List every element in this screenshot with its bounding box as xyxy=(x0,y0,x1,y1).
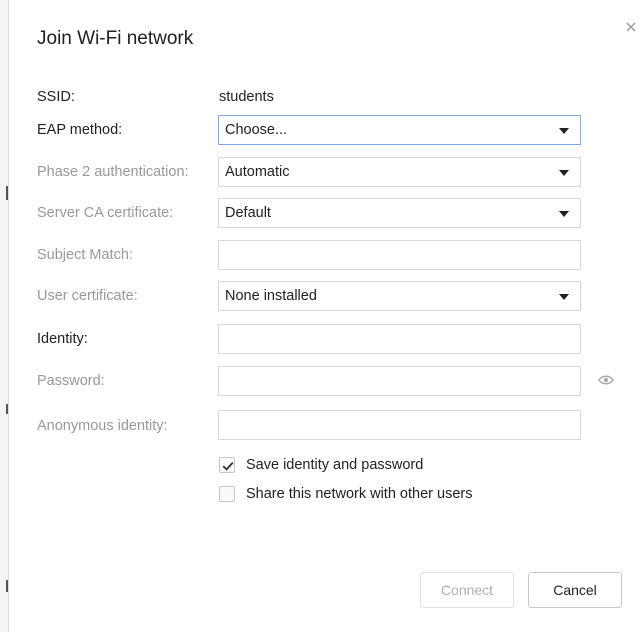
checkmark-icon xyxy=(222,461,234,471)
eye-icon[interactable] xyxy=(598,374,614,386)
subject-match-input[interactable] xyxy=(218,240,581,270)
join-wifi-dialog: Join Wi-Fi network SSID: students EAP me… xyxy=(0,0,642,632)
server-ca-label: Server CA certificate: xyxy=(37,205,174,221)
dropdown-arrow-icon xyxy=(559,128,569,134)
close-icon[interactable] xyxy=(624,20,638,34)
phase2-auth-value: Automatic xyxy=(225,164,290,180)
eap-method-select[interactable]: Choose... xyxy=(218,115,581,145)
anonymous-identity-input[interactable] xyxy=(218,410,581,440)
ssid-label: SSID: xyxy=(37,89,75,105)
background-window-edge xyxy=(0,0,9,632)
user-cert-value: None installed xyxy=(225,288,317,304)
server-ca-select[interactable]: Default xyxy=(218,198,581,228)
cancel-button[interactable]: Cancel xyxy=(528,572,622,608)
dialog-title: Join Wi-Fi network xyxy=(37,28,194,49)
phase2-auth-select[interactable]: Automatic xyxy=(218,157,581,187)
eap-method-value: Choose... xyxy=(225,122,288,138)
identity-input[interactable] xyxy=(218,324,581,354)
save-identity-checkbox[interactable] xyxy=(219,457,235,473)
dropdown-arrow-icon xyxy=(559,294,569,300)
server-ca-value: Default xyxy=(225,205,271,221)
password-input[interactable] xyxy=(218,366,581,396)
share-network-checkbox[interactable] xyxy=(219,486,235,502)
subject-match-label: Subject Match: xyxy=(37,247,133,263)
dropdown-arrow-icon xyxy=(559,211,569,217)
edge-mark xyxy=(6,580,8,592)
edge-mark xyxy=(6,404,8,414)
user-cert-label: User certificate: xyxy=(37,288,138,304)
save-identity-label: Save identity and password xyxy=(246,457,424,473)
ssid-value: students xyxy=(219,89,274,105)
user-cert-select[interactable]: None installed xyxy=(218,281,581,311)
edge-mark xyxy=(6,186,8,200)
eap-method-label: EAP method: xyxy=(37,122,123,138)
connect-button[interactable]: Connect xyxy=(420,572,514,608)
password-label: Password: xyxy=(37,373,105,389)
phase2-auth-label: Phase 2 authentication: xyxy=(37,164,189,180)
identity-label: Identity: xyxy=(37,331,88,347)
share-network-label: Share this network with other users xyxy=(246,486,473,502)
anonymous-identity-label: Anonymous identity: xyxy=(37,418,168,434)
dropdown-arrow-icon xyxy=(559,170,569,176)
